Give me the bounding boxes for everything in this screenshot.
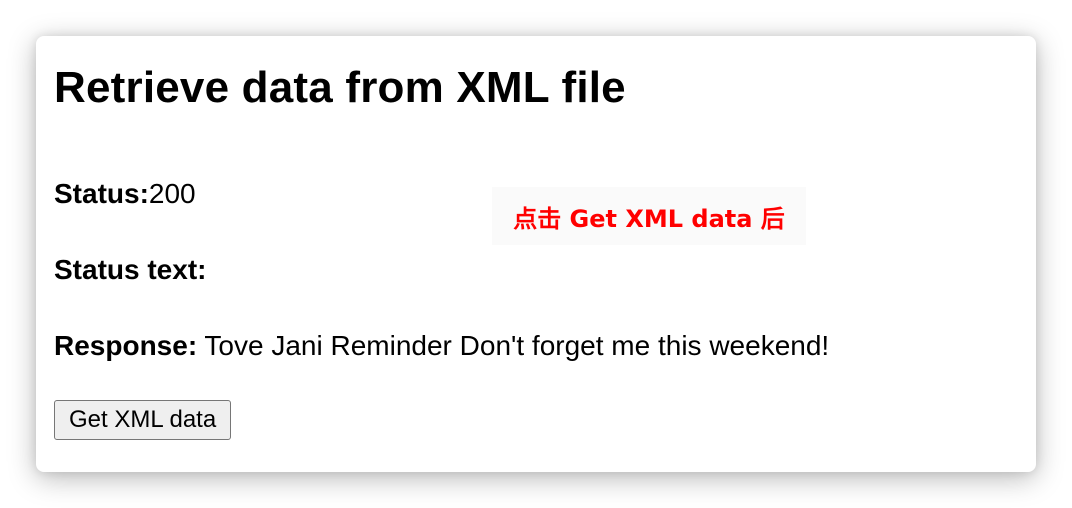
response-value: Tove Jani Reminder Don't forget me this … [197, 330, 830, 361]
annotation-note: 点击 Get XML data 后 [492, 187, 806, 245]
status-value: 200 [148, 178, 196, 209]
status-text-label: Status text: [54, 254, 207, 285]
response-line: Response: Tove Jani Reminder Don't forge… [54, 326, 1018, 366]
page-title: Retrieve data from XML file [54, 63, 626, 112]
status-label: Status: [54, 178, 149, 209]
response-label: Response: [54, 330, 198, 361]
page-stage: Retrieve data from XML file Status:200 S… [0, 0, 1072, 508]
status-text-line: Status text: [54, 250, 1018, 290]
content-card: Retrieve data from XML file Status:200 S… [36, 36, 1036, 472]
get-xml-data-button[interactable]: Get XML data [54, 400, 232, 440]
